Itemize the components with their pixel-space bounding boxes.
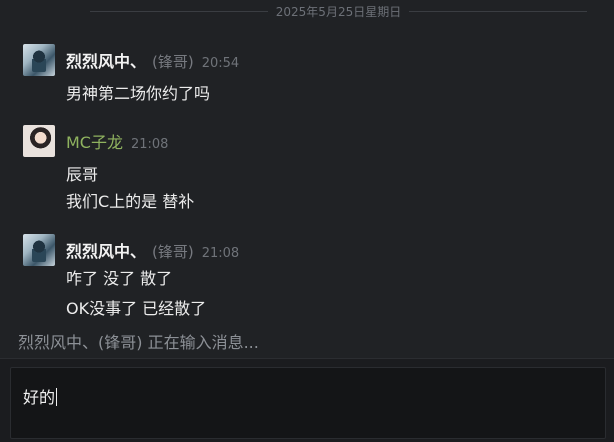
divider-line [409, 10, 588, 12]
text-caret [56, 388, 58, 406]
message-input[interactable]: 好的 [10, 367, 606, 439]
message-time: 20:54 [201, 56, 240, 71]
anime-avatar-icon[interactable] [23, 234, 55, 266]
message-input-value[interactable]: 好的 [23, 384, 58, 408]
composer-area: 好的 [0, 358, 614, 442]
message-group: 烈烈风中、 (锋哥) 20:54 男神第二场你约了吗 [23, 44, 603, 104]
date-divider-text: 2025年5月25日星期日 [275, 4, 402, 19]
sender-name[interactable]: 烈烈风中、 [66, 238, 146, 262]
divider-line [89, 10, 268, 12]
photo-avatar-icon[interactable] [23, 125, 55, 157]
message-group: MC子龙 21:08 辰哥 我们C上的是 替补 [23, 125, 603, 215]
chat-history: 2025年5月25日星期日 烈烈风中、 (锋哥) 20:54 男神第二场你约了吗… [0, 0, 614, 358]
date-divider: 2025年5月25日星期日 [0, 2, 614, 20]
message-text: 咋了 没了 散了 [66, 269, 173, 288]
message-header: 烈烈风中、 (锋哥) 20:54 [66, 48, 239, 72]
sender-name[interactable]: 烈烈风中、 [66, 48, 146, 72]
message-text: 我们C上的是 替补 [66, 192, 195, 211]
message-header: 烈烈风中、 (锋哥) 21:08 [66, 238, 239, 262]
message-time: 21:08 [201, 246, 240, 261]
message-text: 辰哥 [66, 165, 99, 184]
message-text: 男神第二场你约了吗 [66, 84, 211, 103]
sender-alias: (锋哥) [152, 243, 194, 261]
message-time: 21:08 [130, 137, 169, 152]
message-header: MC子龙 21:08 [66, 129, 168, 153]
message-input-text: 好的 [23, 388, 56, 407]
sender-alias: (锋哥) [152, 53, 194, 71]
message-group: 烈烈风中、 (锋哥) 21:08 咋了 没了 散了 OK没事了 已经散了 [23, 234, 603, 324]
anime-avatar-icon[interactable] [23, 44, 55, 76]
sender-name[interactable]: MC子龙 [66, 129, 123, 153]
typing-indicator: 烈烈风中、(锋哥) 正在输入消息... [18, 333, 259, 352]
message-text: OK没事了 已经散了 [66, 299, 207, 318]
